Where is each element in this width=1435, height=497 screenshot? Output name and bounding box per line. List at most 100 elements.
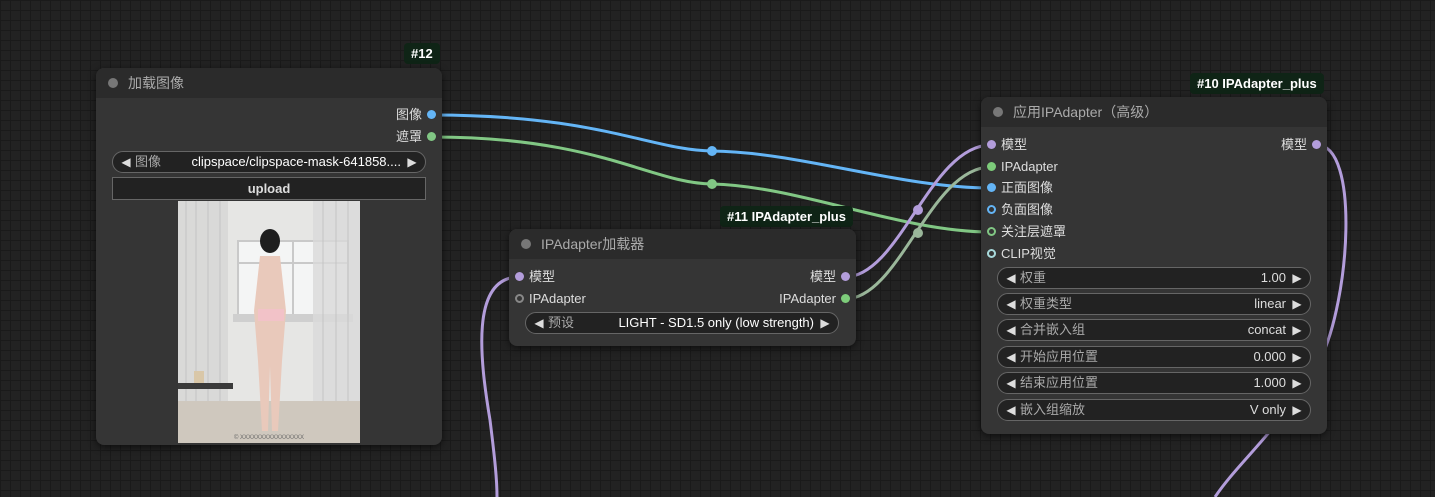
output-slot-model[interactable]: 模型 [810, 267, 850, 287]
node-title-bar[interactable]: 加载图像 [96, 68, 442, 98]
collapse-dot-icon[interactable] [521, 239, 531, 249]
slot-label: 模型 [809, 269, 836, 284]
widget-value: LIGHT - SD1.5 only (low strength) [618, 315, 814, 330]
input-slot-clip-vision[interactable]: CLIP视觉 [987, 244, 1056, 264]
widget-label: 嵌入组缩放 [1020, 402, 1086, 417]
preset-select-widget[interactable]: ◀ 预设 LIGHT - SD1.5 only (low strength) ▶ [525, 312, 839, 334]
input-slot-attn-mask[interactable]: 关注层遮罩 [987, 222, 1066, 242]
widget-label: 权重 [1020, 270, 1047, 285]
decrement-arrow-icon[interactable]: ◀ [1003, 268, 1019, 288]
slot-label: IPAdapter [779, 291, 836, 306]
image-preview: © XXXXXXXXXXXXXXXX [178, 201, 360, 443]
increment-arrow-icon[interactable]: ▶ [1289, 268, 1305, 288]
slot-dot-icon[interactable] [987, 205, 996, 214]
decrement-arrow-icon[interactable]: ◀ [1003, 320, 1019, 340]
ipadapter-loader-node[interactable]: IPAdapter加载器 模型 IPAdapter 模型 IPAdapter ◀… [509, 229, 856, 346]
widget-value: concat [1247, 322, 1286, 337]
decrement-arrow-icon[interactable]: ◀ [1003, 294, 1019, 314]
increment-arrow-icon[interactable]: ▶ [1289, 320, 1305, 340]
input-slot-positive-image[interactable]: 正面图像 [987, 178, 1053, 198]
input-slot-model[interactable]: 模型 [515, 267, 555, 287]
widget-label: 合并嵌入组 [1020, 322, 1086, 337]
link-model-midpoint [913, 205, 923, 215]
decrement-arrow-icon[interactable]: ◀ [531, 313, 547, 333]
increment-arrow-icon[interactable]: ▶ [1289, 400, 1305, 420]
start-at-widget[interactable]: ◀ 开始应用位置 0.000 ▶ [997, 346, 1311, 368]
decrement-arrow-icon[interactable]: ◀ [118, 152, 134, 172]
slot-label: 遮罩 [395, 129, 422, 144]
slot-label: CLIP视觉 [1001, 246, 1056, 261]
slot-label: 图像 [395, 107, 422, 122]
widget-value: V only [1249, 402, 1286, 417]
output-slot-image[interactable]: 图像 [396, 105, 436, 125]
increment-arrow-icon[interactable]: ▶ [1289, 294, 1305, 314]
slot-label: 正面图像 [1001, 180, 1054, 195]
slot-dot-icon[interactable] [987, 183, 996, 192]
output-slot-ipadapter[interactable]: IPAdapter [779, 289, 850, 309]
slot-dot-icon[interactable] [987, 140, 996, 149]
input-slot-ipadapter[interactable]: IPAdapter [987, 157, 1058, 177]
slot-label: IPAdapter [1001, 159, 1058, 174]
link-ipadapter-midpoint [913, 228, 923, 238]
node-id-badge-12: #12 [404, 43, 440, 64]
upload-button[interactable]: upload [112, 177, 426, 200]
slot-dot-icon[interactable] [987, 249, 996, 258]
slot-dot-icon[interactable] [427, 110, 436, 119]
slot-dot-icon[interactable] [515, 272, 524, 281]
node-title-bar[interactable]: IPAdapter加载器 [509, 229, 856, 259]
end-at-widget[interactable]: ◀ 结束应用位置 1.000 ▶ [997, 372, 1311, 394]
slot-dot-icon[interactable] [987, 227, 996, 236]
weight-type-widget[interactable]: ◀ 权重类型 linear ▶ [997, 293, 1311, 315]
apply-ipadapter-advanced-node[interactable]: 应用IPAdapter（高级） 模型 IPAdapter 正面图像 负面图像 关… [981, 97, 1327, 434]
input-slot-ipadapter[interactable]: IPAdapter [515, 289, 586, 309]
widget-label: 预设 [548, 315, 575, 330]
widget-label: 开始应用位置 [1020, 349, 1099, 364]
node-graph-canvas[interactable]: #12 #11 IPAdapter_plus #10 IPAdapter_plu… [0, 0, 1435, 497]
image-select-widget[interactable]: ◀ 图像 clipspace/clipspace-mask-641858....… [112, 151, 426, 173]
slot-label: 模型 [1001, 137, 1028, 152]
increment-arrow-icon[interactable]: ▶ [1289, 373, 1305, 393]
slot-dot-icon[interactable] [1312, 140, 1321, 149]
output-slot-mask[interactable]: 遮罩 [396, 127, 436, 147]
input-slot-negative-image[interactable]: 负面图像 [987, 200, 1053, 220]
increment-arrow-icon[interactable]: ▶ [1289, 347, 1305, 367]
link-model-to-apply [844, 143, 992, 279]
decrement-arrow-icon[interactable]: ◀ [1003, 400, 1019, 420]
slot-label: 模型 [1280, 137, 1307, 152]
collapse-dot-icon[interactable] [993, 107, 1003, 117]
slot-label: IPAdapter [529, 291, 586, 306]
widget-value: 1.00 [1260, 270, 1286, 285]
weight-widget[interactable]: ◀ 权重 1.00 ▶ [997, 267, 1311, 289]
load-image-node[interactable]: 加载图像 图像 遮罩 ◀ 图像 clipspace/clipspace-mask… [96, 68, 442, 445]
input-slot-model[interactable]: 模型 [987, 135, 1027, 155]
increment-arrow-icon[interactable]: ▶ [404, 152, 420, 172]
node-title-bar[interactable]: 应用IPAdapter（高级） [981, 97, 1327, 127]
slot-dot-icon[interactable] [515, 294, 524, 303]
node-id-badge-11: #11 IPAdapter_plus [720, 206, 853, 227]
widget-label: 结束应用位置 [1020, 375, 1099, 390]
link-mask-midpoint [707, 179, 717, 189]
slot-label: 负面图像 [1001, 202, 1054, 217]
widget-value: 0.000 [1253, 349, 1286, 364]
widget-value: linear [1254, 296, 1286, 311]
decrement-arrow-icon[interactable]: ◀ [1003, 347, 1019, 367]
combine-embeds-widget[interactable]: ◀ 合并嵌入组 concat ▶ [997, 319, 1311, 341]
link-image-to-positive-image [431, 113, 992, 190]
link-image-midpoint [707, 146, 717, 156]
node-title: 加载图像 [128, 75, 184, 91]
embeds-scaling-widget[interactable]: ◀ 嵌入组缩放 V only ▶ [997, 399, 1311, 421]
slot-dot-icon[interactable] [841, 272, 850, 281]
increment-arrow-icon[interactable]: ▶ [817, 313, 833, 333]
widget-value: 1.000 [1253, 375, 1286, 390]
widget-label: 权重类型 [1020, 296, 1073, 311]
node-id-badge-10: #10 IPAdapter_plus [1190, 73, 1324, 94]
collapse-dot-icon[interactable] [108, 78, 118, 88]
slot-label: 关注层遮罩 [1001, 224, 1067, 239]
link-ipadapter-to-apply [844, 165, 992, 301]
slot-dot-icon[interactable] [987, 162, 996, 171]
link-mask-to-attn-mask [431, 135, 992, 234]
decrement-arrow-icon[interactable]: ◀ [1003, 373, 1019, 393]
slot-dot-icon[interactable] [427, 132, 436, 141]
output-slot-model[interactable]: 模型 [1281, 135, 1321, 155]
slot-dot-icon[interactable] [841, 294, 850, 303]
